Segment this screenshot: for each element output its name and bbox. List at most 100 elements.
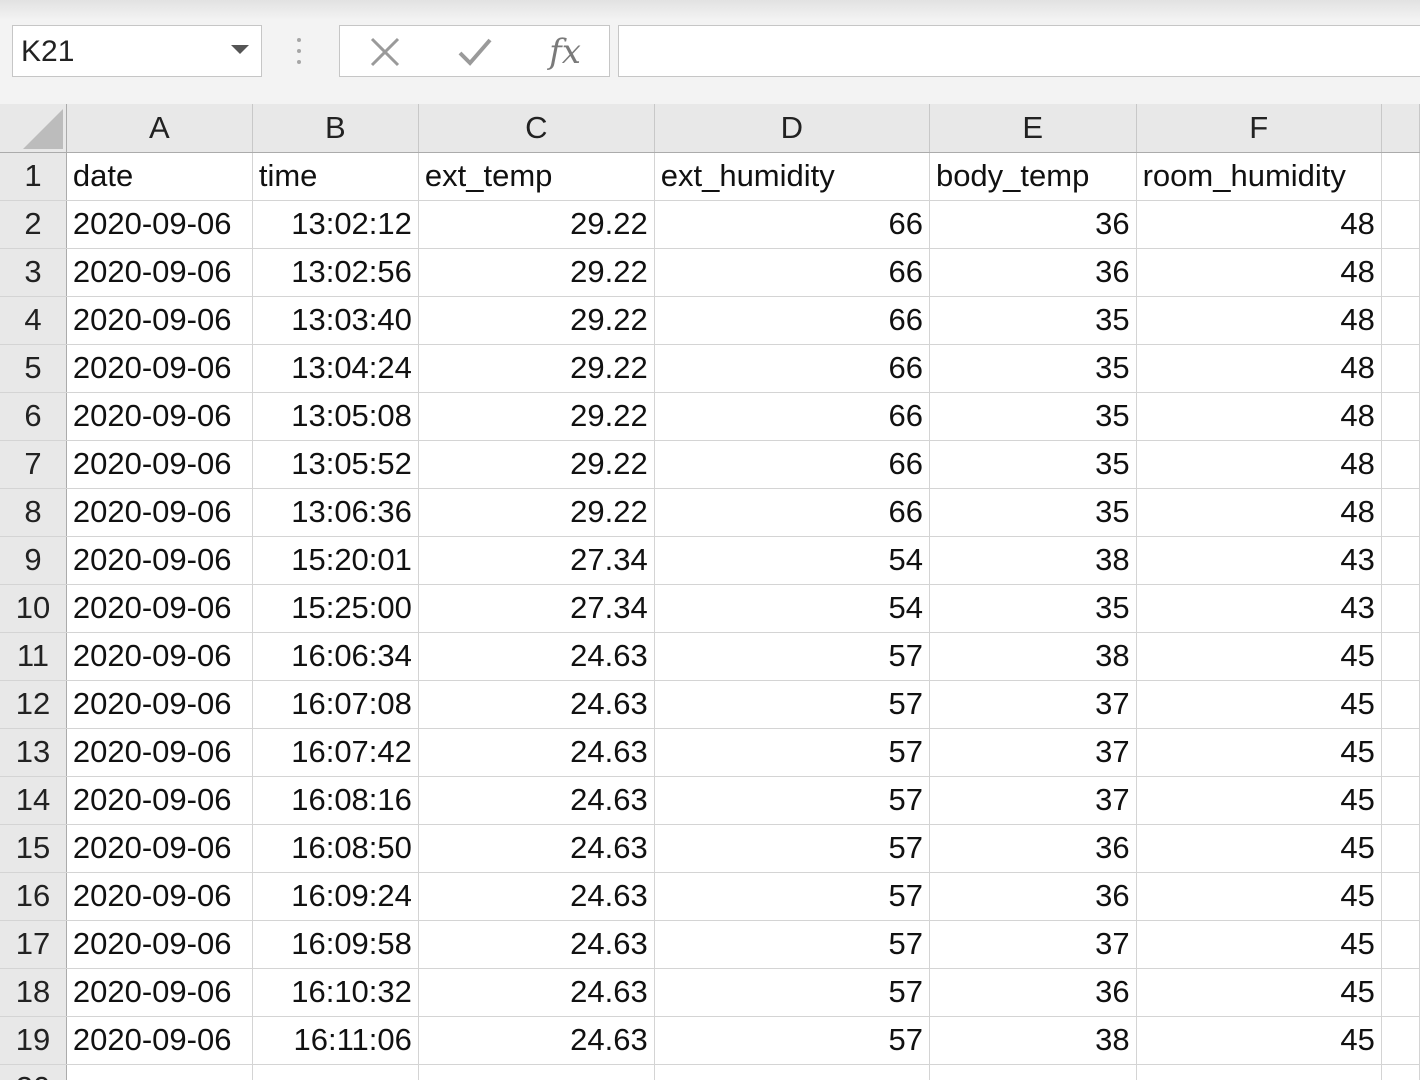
cell-f[interactable]: 45 — [1136, 632, 1382, 681]
cell-g[interactable] — [1381, 152, 1420, 201]
cell-b[interactable] — [252, 1064, 419, 1080]
cell-e[interactable]: 35 — [929, 296, 1137, 345]
cell-b[interactable]: 16:10:32 — [252, 968, 419, 1017]
cell-d[interactable]: 66 — [654, 296, 930, 345]
cell-b[interactable]: 13:02:56 — [252, 248, 419, 297]
cell-c[interactable]: 24.63 — [418, 1016, 655, 1065]
row-header[interactable]: 3 — [0, 248, 67, 297]
cell-b[interactable]: 16:11:06 — [252, 1016, 419, 1065]
cell-f[interactable]: 48 — [1136, 392, 1382, 441]
cell-g[interactable] — [1381, 1016, 1420, 1065]
row-header[interactable]: 17 — [0, 920, 67, 969]
cell-f[interactable]: 45 — [1136, 872, 1382, 921]
cell-g[interactable] — [1381, 872, 1420, 921]
cell-g[interactable] — [1381, 248, 1420, 297]
cell-d[interactable]: 57 — [654, 776, 930, 825]
cell-f[interactable]: 48 — [1136, 344, 1382, 393]
checkmark-icon[interactable] — [455, 32, 495, 72]
cell-c[interactable]: 29.22 — [418, 440, 655, 489]
column-header-f[interactable]: F — [1136, 104, 1382, 153]
cell-b[interactable]: 16:07:42 — [252, 728, 419, 777]
cell-c[interactable]: 24.63 — [418, 776, 655, 825]
drag-handle-icon[interactable] — [297, 38, 303, 66]
cell-f[interactable]: 45 — [1136, 680, 1382, 729]
cell-f[interactable]: 48 — [1136, 296, 1382, 345]
cell-c[interactable]: 24.63 — [418, 632, 655, 681]
row-header[interactable]: 13 — [0, 728, 67, 777]
cell-e[interactable]: 37 — [929, 920, 1137, 969]
cell-c[interactable]: 27.34 — [418, 584, 655, 633]
cell-a[interactable] — [66, 1064, 253, 1080]
name-box[interactable]: K21 — [12, 25, 262, 77]
cell-e[interactable]: 35 — [929, 488, 1137, 537]
cell-a[interactable]: 2020-09-06 — [66, 1016, 253, 1065]
column-header-d[interactable]: D — [654, 104, 930, 153]
cell-c[interactable]: 24.63 — [418, 872, 655, 921]
cell-f[interactable]: 45 — [1136, 968, 1382, 1017]
cell-b[interactable]: 13:03:40 — [252, 296, 419, 345]
cell-e[interactable]: 38 — [929, 632, 1137, 681]
cell-g[interactable] — [1381, 440, 1420, 489]
cell-a[interactable]: 2020-09-06 — [66, 776, 253, 825]
cell-g[interactable] — [1381, 200, 1420, 249]
cell-a[interactable]: 2020-09-06 — [66, 920, 253, 969]
cell-e[interactable]: body_temp — [929, 152, 1137, 201]
cell-f[interactable]: 43 — [1136, 536, 1382, 585]
cell-c[interactable]: 24.63 — [418, 824, 655, 873]
cell-b[interactable]: 13:06:36 — [252, 488, 419, 537]
cancel-icon[interactable] — [365, 32, 405, 72]
cell-e[interactable]: 38 — [929, 1016, 1137, 1065]
cell-a[interactable]: 2020-09-06 — [66, 248, 253, 297]
cell-d[interactable]: 54 — [654, 536, 930, 585]
cell-g[interactable] — [1381, 920, 1420, 969]
cell-d[interactable]: 66 — [654, 488, 930, 537]
row-header[interactable]: 10 — [0, 584, 67, 633]
row-header[interactable]: 16 — [0, 872, 67, 921]
cell-b[interactable]: 16:08:50 — [252, 824, 419, 873]
column-header-c[interactable]: C — [418, 104, 655, 153]
cell-b[interactable]: 13:02:12 — [252, 200, 419, 249]
cell-b[interactable]: 16:09:58 — [252, 920, 419, 969]
cell-d[interactable]: 66 — [654, 392, 930, 441]
cell-e[interactable]: 36 — [929, 200, 1137, 249]
select-all-button[interactable] — [0, 104, 67, 153]
row-header[interactable]: 1 — [0, 152, 67, 201]
row-header[interactable]: 19 — [0, 1016, 67, 1065]
cell-a[interactable]: 2020-09-06 — [66, 728, 253, 777]
cell-a[interactable]: 2020-09-06 — [66, 680, 253, 729]
cell-a[interactable]: 2020-09-06 — [66, 584, 253, 633]
row-header[interactable]: 14 — [0, 776, 67, 825]
cell-d[interactable]: 66 — [654, 344, 930, 393]
cell-d[interactable]: 57 — [654, 1016, 930, 1065]
cell-a[interactable]: 2020-09-06 — [66, 968, 253, 1017]
cell-a[interactable]: 2020-09-06 — [66, 392, 253, 441]
cell-c[interactable]: 24.63 — [418, 728, 655, 777]
cell-c[interactable]: 29.22 — [418, 392, 655, 441]
cell-b[interactable]: 16:09:24 — [252, 872, 419, 921]
cell-d[interactable]: 57 — [654, 728, 930, 777]
cell-d[interactable]: 57 — [654, 632, 930, 681]
cell-e[interactable]: 35 — [929, 392, 1137, 441]
insert-function-icon[interactable]: fx — [545, 32, 585, 72]
cell-a[interactable]: 2020-09-06 — [66, 824, 253, 873]
cell-c[interactable]: ext_temp — [418, 152, 655, 201]
cell-b[interactable]: 13:04:24 — [252, 344, 419, 393]
cell-f[interactable]: 45 — [1136, 728, 1382, 777]
cell-c[interactable]: 29.22 — [418, 344, 655, 393]
cell-e[interactable]: 37 — [929, 728, 1137, 777]
cell-g[interactable] — [1381, 1064, 1420, 1080]
cell-a[interactable]: 2020-09-06 — [66, 488, 253, 537]
cell-a[interactable]: 2020-09-06 — [66, 440, 253, 489]
cell-c[interactable]: 29.22 — [418, 488, 655, 537]
cell-g[interactable] — [1381, 968, 1420, 1017]
cell-g[interactable] — [1381, 824, 1420, 873]
cell-d[interactable]: 66 — [654, 248, 930, 297]
cell-g[interactable] — [1381, 344, 1420, 393]
cell-g[interactable] — [1381, 488, 1420, 537]
cell-f[interactable]: 48 — [1136, 200, 1382, 249]
cell-e[interactable]: 35 — [929, 584, 1137, 633]
column-header-e[interactable]: E — [929, 104, 1137, 153]
row-header[interactable]: 11 — [0, 632, 67, 681]
cell-d[interactable]: 54 — [654, 584, 930, 633]
cell-e[interactable]: 37 — [929, 680, 1137, 729]
